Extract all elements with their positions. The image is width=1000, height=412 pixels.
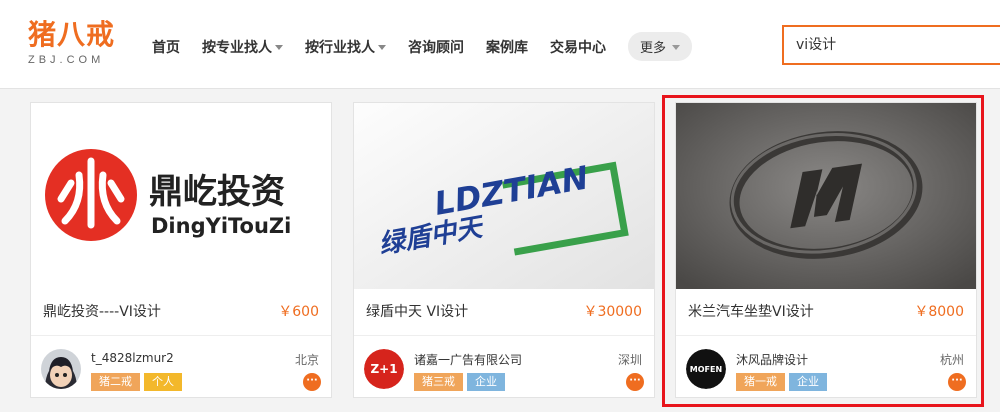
nav-case-library-label: 案例库: [486, 39, 528, 56]
level-badge: 猪三戒: [414, 373, 463, 391]
chevron-down-icon: [378, 45, 386, 50]
seller-avatar[interactable]: Z+1: [364, 349, 404, 389]
logo-text: 猪八戒: [28, 18, 116, 51]
case-title[interactable]: 米兰汽车坐垫VI设计: [688, 301, 814, 321]
nav-home-label: 首页: [152, 39, 180, 56]
logo-domain: ZBJ.COM: [28, 54, 105, 66]
header-divider: [0, 88, 1000, 89]
case-price: ￥30000: [583, 304, 642, 320]
nav-more-label: 更多: [640, 41, 667, 56]
avatar-logo-text: Z+1: [370, 362, 397, 376]
card-divider: [354, 335, 654, 336]
image-brand-pinyin: DingYiTouZi: [151, 214, 291, 238]
seller-city: 北京: [294, 353, 319, 367]
level-badge: 猪一戒: [736, 373, 785, 391]
seller-name[interactable]: t_4828lzmur2: [91, 351, 174, 365]
nav-by-profession[interactable]: 按专业找人: [202, 37, 283, 57]
zbj-logo[interactable]: 猪八戒 ZBJ.COM: [28, 18, 128, 72]
seller-city: 深圳: [617, 353, 642, 367]
nav-by-industry-label: 按行业找人: [305, 39, 375, 56]
card-divider: [31, 335, 331, 336]
nav-by-industry[interactable]: 按行业找人: [305, 37, 386, 57]
chat-icon[interactable]: ···: [303, 373, 321, 391]
nav-consultant-label: 咨询顾问: [408, 39, 464, 56]
nav-by-profession-label: 按专业找人: [202, 39, 272, 56]
chevron-down-icon: [275, 45, 283, 50]
search-input[interactable]: vi设计: [782, 25, 1000, 65]
main-nav: 首页 按专业找人 按行业找人 咨询顾问 案例库 交易中心 更多: [152, 32, 693, 61]
chat-icon[interactable]: ···: [626, 373, 644, 391]
nav-trade-center[interactable]: 交易中心: [550, 37, 606, 57]
nav-case-library[interactable]: 案例库: [486, 37, 528, 57]
case-image[interactable]: [676, 103, 976, 289]
seller-tags: 猪三戒 企业: [414, 373, 509, 391]
site-header: 猪八戒 ZBJ.COM 首页 按专业找人 按行业找人 咨询顾问 案例库 交易中心…: [0, 0, 1000, 88]
case-card[interactable]: 鼎屹投资 DingYiTouZi 鼎屹投资----VI设计 ￥600 t_482…: [30, 102, 332, 398]
nav-more-button[interactable]: 更多: [628, 32, 693, 61]
case-card[interactable]: LDZTIAN 绿盾中天 绿盾中天 VI设计 ￥30000 Z+1 诸嘉一广告有…: [353, 102, 655, 398]
case-price: ￥8000: [914, 304, 964, 320]
seller-name[interactable]: 诸嘉一广告有限公司: [414, 351, 522, 368]
seller-name[interactable]: 沐风品牌设计: [736, 351, 808, 368]
chevron-down-icon: [672, 45, 681, 50]
avatar-logo-text: MOFEN: [690, 365, 722, 374]
image-brand-name: 鼎屹投资: [149, 172, 285, 212]
seller-city: 杭州: [939, 353, 964, 367]
chat-icon[interactable]: ···: [948, 373, 966, 391]
case-price: ￥600: [278, 304, 319, 320]
type-badge: 企业: [467, 373, 505, 391]
level-badge: 猪二戒: [91, 373, 140, 391]
type-badge: 企业: [789, 373, 827, 391]
seller-avatar[interactable]: [41, 349, 81, 389]
case-image[interactable]: LDZTIAN 绿盾中天: [354, 103, 654, 289]
type-badge: 个人: [144, 373, 182, 391]
case-card[interactable]: 米兰汽车坐垫VI设计 ￥8000 MOFEN 沐风品牌设计 杭州 猪一戒 企业 …: [675, 102, 977, 398]
case-title[interactable]: 鼎屹投资----VI设计: [43, 301, 161, 321]
case-title[interactable]: 绿盾中天 VI设计: [366, 301, 468, 321]
nav-consultant[interactable]: 咨询顾问: [408, 37, 464, 57]
nav-home[interactable]: 首页: [152, 37, 180, 57]
seller-tags: 猪二戒 个人: [91, 373, 186, 391]
seller-avatar[interactable]: MOFEN: [686, 349, 726, 389]
nav-trade-center-label: 交易中心: [550, 39, 606, 56]
seller-tags: 猪一戒 企业: [736, 373, 831, 391]
case-image[interactable]: 鼎屹投资 DingYiTouZi: [31, 103, 331, 289]
card-divider: [676, 335, 976, 336]
